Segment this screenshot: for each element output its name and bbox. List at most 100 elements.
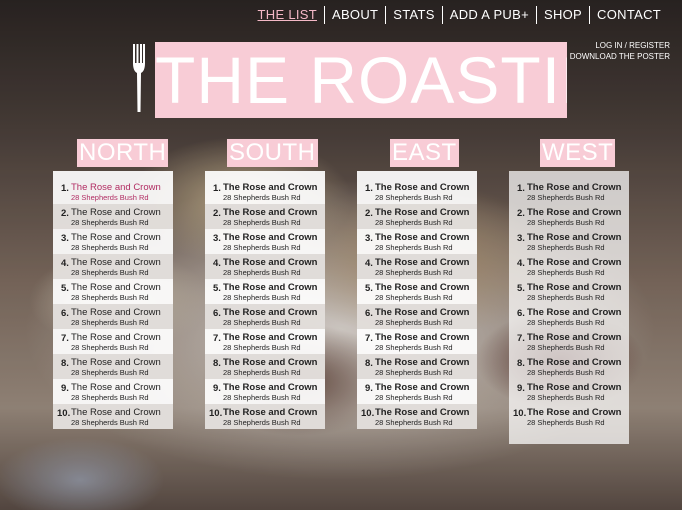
pub-name[interactable]: The Rose and Crown (223, 307, 317, 318)
pub-address: 28 Shepherds Bush Rd (71, 368, 149, 377)
pub-name[interactable]: The Rose and Crown (71, 232, 161, 243)
pub-name[interactable]: The Rose and Crown (527, 357, 621, 368)
nav-shop[interactable]: SHOP (537, 6, 589, 24)
pub-name[interactable]: The Rose and Crown (527, 332, 621, 343)
list-item[interactable]: 10. The Rose and Crown 28 Shepherds Bush R… (53, 404, 173, 429)
pub-name[interactable]: The Rose and Crown (71, 382, 161, 393)
pub-name[interactable]: The Rose and Crown (71, 332, 161, 343)
list-item[interactable]: 9. The Rose and Crown 28 Shepherds Bush Rd (205, 379, 325, 404)
list-item[interactable]: 1. The Rose and Crown 28 Shepherds Bush Rd (509, 179, 629, 204)
pub-name[interactable]: The Rose and Crown (375, 332, 469, 343)
pub-name[interactable]: The Rose and Crown (375, 307, 469, 318)
pub-address: 28 Shepherds Bush Rd (375, 368, 453, 377)
pub-list-north: 1. The Rose and Crown 28 Shepherds Bush Rd… (53, 171, 173, 429)
list-item[interactable]: 5. The Rose and Crown 28 Shepherds Bush Rd (205, 279, 325, 304)
list-item[interactable]: 6. The Rose and Crown 28 Shepherds Bush Rd (53, 304, 173, 329)
list-item[interactable]: 8. The Rose and Crown 28 Shepherds Bush Rd (357, 354, 477, 379)
list-item[interactable]: 2. The Rose and Crown 28 Shepherds Bush Rd (53, 204, 173, 229)
list-item[interactable]: 2. The Rose and Crown 28 Shepherds Bush Rd (509, 204, 629, 229)
list-item[interactable]: 9. The Rose and Crown 28 Shepherds Bush Rd (509, 379, 629, 404)
list-item[interactable]: 10. The Rose and Crown 28 Shepherds Bush R… (205, 404, 325, 429)
pub-name[interactable]: The Rose and Crown (71, 207, 161, 218)
pub-name[interactable]: The Rose and Crown (71, 182, 161, 193)
list-item[interactable]: 3. The Rose and Crown 28 Shepherds Bush Rd (509, 229, 629, 254)
list-item[interactable]: 5. The Rose and Crown 28 Shepherds Bush Rd (509, 279, 629, 304)
list-item[interactable]: 3. The Rose and Crown 28 Shepherds Bush Rd (357, 229, 477, 254)
pub-name[interactable]: The Rose and Crown (375, 257, 469, 268)
list-item[interactable]: 2. The Rose and Crown 28 Shepherds Bush Rd (205, 204, 325, 229)
pub-name[interactable]: The Rose and Crown (527, 307, 621, 318)
list-item[interactable]: 5. The Rose and Crown 28 Shepherds Bush Rd (53, 279, 173, 304)
list-item[interactable]: 5. The Rose and Crown 28 Shepherds Bush Rd (357, 279, 477, 304)
list-item[interactable]: 7. The Rose and Crown 28 Shepherds Bush Rd (53, 329, 173, 354)
pub-name[interactable]: The Rose and Crown (223, 382, 317, 393)
site-logo[interactable]: THE ROASTIE$ (155, 42, 567, 118)
rank-number: 9. (517, 383, 525, 394)
pub-address: 28 Shepherds Bush Rd (223, 193, 301, 202)
pub-name[interactable]: The Rose and Crown (223, 282, 317, 293)
pub-name[interactable]: The Rose and Crown (527, 282, 621, 293)
pub-name[interactable]: The Rose and Crown (375, 382, 469, 393)
pub-name[interactable]: The Rose and Crown (527, 407, 621, 418)
list-item[interactable]: 9. The Rose and Crown 28 Shepherds Bush Rd (357, 379, 477, 404)
nav-the-list[interactable]: THE LIST (251, 6, 324, 24)
list-item[interactable]: 3. The Rose and Crown 28 Shepherds Bush Rd (205, 229, 325, 254)
list-item[interactable]: 6. The Rose and Crown 28 Shepherds Bush Rd (509, 304, 629, 329)
pub-address: 28 Shepherds Bush Rd (527, 393, 605, 402)
list-item[interactable]: 4. The Rose and Crown 28 Shepherds Bush Rd (509, 254, 629, 279)
nav-about[interactable]: ABOUT (325, 6, 385, 24)
list-item[interactable]: 7. The Rose and Crown 28 Shepherds Bush Rd (205, 329, 325, 354)
pub-name[interactable]: The Rose and Crown (375, 207, 469, 218)
list-item[interactable]: 6. The Rose and Crown 28 Shepherds Bush Rd (357, 304, 477, 329)
pub-name[interactable]: The Rose and Crown (375, 357, 469, 368)
pub-name[interactable]: The Rose and Crown (375, 407, 469, 418)
pub-address: 28 Shepherds Bush Rd (527, 193, 605, 202)
nav-add-a-pub[interactable]: ADD A PUB+ (443, 6, 536, 24)
list-item[interactable]: 2. The Rose and Crown 28 Shepherds Bush Rd (357, 204, 477, 229)
list-item[interactable]: 9. The Rose and Crown 28 Shepherds Bush Rd (53, 379, 173, 404)
pub-name[interactable]: The Rose and Crown (71, 307, 161, 318)
list-item[interactable]: 7. The Rose and Crown 28 Shepherds Bush Rd (357, 329, 477, 354)
list-item[interactable]: 10. The Rose and Crown 28 Shepherds Bush R… (357, 404, 477, 429)
pub-name[interactable]: The Rose and Crown (223, 332, 317, 343)
list-item[interactable]: 6. The Rose and Crown 28 Shepherds Bush Rd (205, 304, 325, 329)
list-item[interactable]: 1. The Rose and Crown 28 Shepherds Bush Rd (205, 179, 325, 204)
pub-name[interactable]: The Rose and Crown (71, 257, 161, 268)
pub-name[interactable]: The Rose and Crown (375, 282, 469, 293)
pub-name[interactable]: The Rose and Crown (223, 257, 317, 268)
pub-name[interactable]: The Rose and Crown (375, 182, 469, 193)
pub-name[interactable]: The Rose and Crown (527, 382, 621, 393)
list-item[interactable]: 7. The Rose and Crown 28 Shepherds Bush Rd (509, 329, 629, 354)
list-item[interactable]: 8. The Rose and Crown 28 Shepherds Bush Rd (205, 354, 325, 379)
pub-name[interactable]: The Rose and Crown (375, 232, 469, 243)
pub-name[interactable]: The Rose and Crown (71, 282, 161, 293)
nav-contact[interactable]: CONTACT (590, 6, 668, 24)
nav-stats[interactable]: STATS (386, 6, 441, 24)
list-item[interactable]: 1. The Rose and Crown 28 Shepherds Bush Rd (53, 179, 173, 204)
pub-name[interactable]: The Rose and Crown (223, 407, 317, 418)
rank-number: 9. (61, 383, 69, 394)
list-item[interactable]: 4. The Rose and Crown 28 Shepherds Bush Rd (357, 254, 477, 279)
pub-name[interactable]: The Rose and Crown (71, 357, 161, 368)
pub-name[interactable]: The Rose and Crown (223, 207, 317, 218)
pub-name[interactable]: The Rose and Crown (527, 257, 621, 268)
pub-name[interactable]: The Rose and Crown (527, 232, 621, 243)
pub-name[interactable]: The Rose and Crown (223, 357, 317, 368)
list-item[interactable]: 1. The Rose and Crown 28 Shepherds Bush Rd (357, 179, 477, 204)
list-item[interactable]: 8. The Rose and Crown 28 Shepherds Bush Rd (509, 354, 629, 379)
pub-name[interactable]: The Rose and Crown (527, 207, 621, 218)
list-item[interactable]: 10. The Rose and Crown 28 Shepherds Bush R… (509, 404, 629, 429)
list-item[interactable]: 4. The Rose and Crown 28 Shepherds Bush Rd (53, 254, 173, 279)
login-register-link[interactable]: LOG IN / REGISTER (570, 40, 670, 51)
pub-name[interactable]: The Rose and Crown (223, 182, 317, 193)
pub-name[interactable]: The Rose and Crown (527, 182, 621, 193)
rank-number: 4. (61, 258, 69, 269)
list-item[interactable]: 3. The Rose and Crown 28 Shepherds Bush Rd (53, 229, 173, 254)
download-poster-link[interactable]: DOWNLOAD THE POSTER (570, 51, 670, 62)
pub-name[interactable]: The Rose and Crown (223, 232, 317, 243)
pub-name[interactable]: The Rose and Crown (71, 407, 161, 418)
rank-number: 6. (61, 308, 69, 319)
list-item[interactable]: 4. The Rose and Crown 28 Shepherds Bush Rd (205, 254, 325, 279)
region-title-east: EAST (390, 139, 459, 167)
list-item[interactable]: 8. The Rose and Crown 28 Shepherds Bush Rd (53, 354, 173, 379)
